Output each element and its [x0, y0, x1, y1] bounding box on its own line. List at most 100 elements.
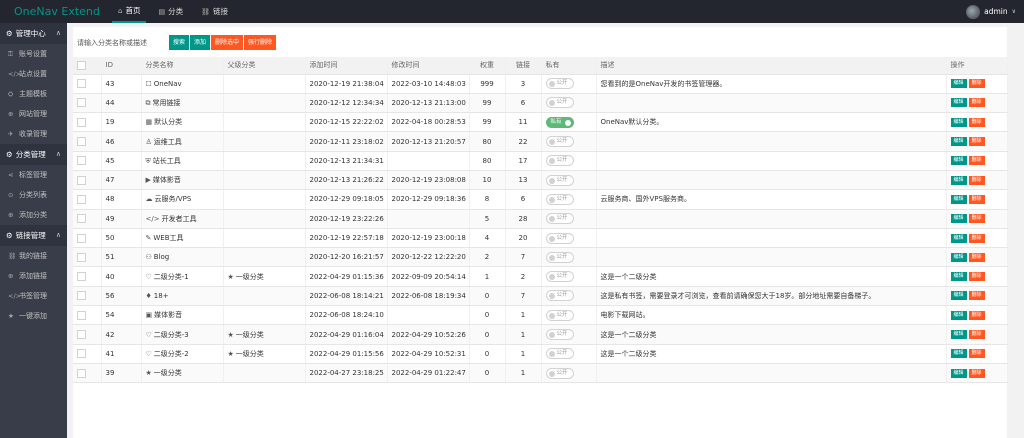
sidebar-item[interactable]: ⊕ 添加分类: [0, 205, 67, 225]
edit-button[interactable]: 编辑: [950, 98, 967, 108]
row-checkbox[interactable]: [77, 310, 86, 320]
delete-button[interactable]: 删除: [968, 310, 985, 320]
sidebar-item[interactable]: ⊕ 网站管理: [0, 104, 67, 124]
edit-button[interactable]: 编辑: [950, 252, 967, 262]
edit-button[interactable]: 编辑: [950, 194, 967, 204]
row-checkbox[interactable]: [77, 156, 86, 166]
column-header[interactable]: 链接: [505, 57, 542, 75]
sidebar-item[interactable]: ★ 一键添加: [0, 306, 67, 326]
column-header[interactable]: 修改时间: [387, 57, 470, 75]
sidebar-item[interactable]: ⛭ 主题模板: [0, 84, 67, 104]
nav-tab-1[interactable]: ▤ 分类: [152, 0, 189, 23]
chevron-down-icon[interactable]: ∨: [1012, 8, 1016, 15]
private-toggle[interactable]: 公开: [545, 78, 574, 90]
column-header[interactable]: 父级分类: [223, 57, 306, 75]
force-delete-button[interactable]: 强行删除: [244, 35, 277, 50]
private-toggle[interactable]: 公开: [545, 174, 574, 186]
sidebar-item[interactable]: ⊙ 分类列表: [0, 185, 67, 205]
user-menu[interactable]: admin ∨: [966, 0, 1016, 23]
delete-button[interactable]: 删除: [968, 194, 985, 204]
delete-button[interactable]: 删除: [968, 349, 985, 359]
edit-button[interactable]: 编辑: [950, 156, 967, 166]
avatar[interactable]: [966, 4, 981, 19]
row-checkbox[interactable]: [77, 175, 86, 185]
edit-button[interactable]: 编辑: [950, 137, 967, 147]
sidebar-item[interactable]: </> 书签管理: [0, 286, 67, 306]
search-input[interactable]: [77, 36, 163, 50]
row-checkbox[interactable]: [77, 272, 86, 282]
sidebar-group-1[interactable]: ⚙ 分类管理 ∧: [0, 144, 67, 165]
row-checkbox[interactable]: [77, 117, 86, 127]
edit-button[interactable]: 编辑: [950, 368, 967, 378]
user-name[interactable]: admin: [984, 7, 1008, 16]
private-toggle[interactable]: 公开: [545, 193, 574, 205]
sidebar-item[interactable]: ⊕ 添加链接: [0, 266, 67, 286]
select-all-checkbox[interactable]: [77, 60, 86, 70]
chevron-up-icon[interactable]: ∧: [56, 144, 61, 165]
private-toggle[interactable]: 公开: [545, 155, 574, 167]
private-toggle[interactable]: 私有: [545, 116, 574, 128]
edit-button[interactable]: 编辑: [950, 233, 967, 243]
edit-button[interactable]: 编辑: [950, 349, 967, 359]
chevron-up-icon[interactable]: ∧: [56, 225, 61, 246]
delete-button[interactable]: 删除: [968, 79, 985, 89]
delete-button[interactable]: 删除: [968, 291, 985, 301]
private-toggle[interactable]: 公开: [545, 213, 574, 225]
private-toggle[interactable]: 公开: [545, 232, 574, 244]
column-header[interactable]: 分类名称: [141, 57, 224, 75]
row-checkbox[interactable]: [77, 252, 86, 262]
edit-button[interactable]: 编辑: [950, 291, 967, 301]
sidebar-item[interactable]: ⋖ 标签管理: [0, 165, 67, 185]
row-checkbox[interactable]: [77, 349, 86, 359]
private-toggle[interactable]: 公开: [545, 309, 574, 321]
edit-button[interactable]: 编辑: [950, 310, 967, 320]
private-toggle[interactable]: 公开: [545, 290, 574, 302]
nav-tab-2[interactable]: ⛓ 链接: [195, 0, 234, 23]
row-checkbox[interactable]: [77, 137, 86, 147]
edit-button[interactable]: 编辑: [950, 117, 967, 127]
edit-button[interactable]: 编辑: [950, 79, 967, 89]
private-toggle[interactable]: 公开: [545, 251, 574, 263]
delete-button[interactable]: 删除: [968, 252, 985, 262]
column-header[interactable]: 添加时间: [305, 57, 388, 75]
private-toggle[interactable]: 公开: [545, 348, 574, 360]
delete-selected-button[interactable]: 删除选中: [211, 35, 244, 50]
row-checkbox[interactable]: [77, 79, 86, 89]
delete-button[interactable]: 删除: [968, 214, 985, 224]
delete-button[interactable]: 删除: [968, 233, 985, 243]
column-header[interactable]: 描述: [596, 57, 947, 75]
delete-button[interactable]: 删除: [968, 156, 985, 166]
row-checkbox[interactable]: [77, 98, 86, 108]
delete-button[interactable]: 删除: [968, 98, 985, 108]
private-toggle[interactable]: 公开: [545, 97, 574, 109]
brand-logo[interactable]: OneNav Extend: [14, 0, 104, 23]
row-checkbox[interactable]: [77, 214, 86, 224]
private-toggle[interactable]: 公开: [545, 271, 574, 283]
add-button[interactable]: 添加: [190, 35, 211, 50]
delete-button[interactable]: 删除: [968, 272, 985, 282]
row-checkbox[interactable]: [77, 194, 86, 204]
column-header[interactable]: 操作: [946, 57, 1008, 75]
sidebar-item[interactable]: ⚿ 账号设置: [0, 44, 67, 64]
sidebar-group-2[interactable]: ⚙ 链接管理 ∧: [0, 225, 67, 246]
nav-tab-0[interactable]: ⌂ 首页: [112, 0, 147, 23]
delete-button[interactable]: 删除: [968, 330, 985, 339]
delete-button[interactable]: 删除: [968, 117, 985, 127]
sidebar-item[interactable]: </> 站点设置: [0, 64, 67, 84]
column-header[interactable]: 私有: [541, 57, 597, 75]
sidebar-group-0[interactable]: ⚙ 管理中心 ∧: [0, 23, 67, 44]
delete-button[interactable]: 删除: [968, 368, 985, 378]
sidebar-item[interactable]: ✈ 收录管理: [0, 124, 67, 144]
row-checkbox[interactable]: [77, 368, 86, 378]
edit-button[interactable]: 编辑: [950, 330, 967, 339]
edit-button[interactable]: 编辑: [950, 214, 967, 224]
row-checkbox[interactable]: [77, 233, 86, 243]
chevron-up-icon[interactable]: ∧: [56, 23, 61, 44]
column-header[interactable]: 权重: [469, 57, 506, 75]
edit-button[interactable]: 编辑: [950, 175, 967, 185]
edit-button[interactable]: 编辑: [950, 272, 967, 282]
row-checkbox[interactable]: [77, 330, 86, 339]
search-button[interactable]: 搜索: [169, 35, 190, 50]
private-toggle[interactable]: 公开: [545, 367, 574, 379]
delete-button[interactable]: 删除: [968, 175, 985, 185]
